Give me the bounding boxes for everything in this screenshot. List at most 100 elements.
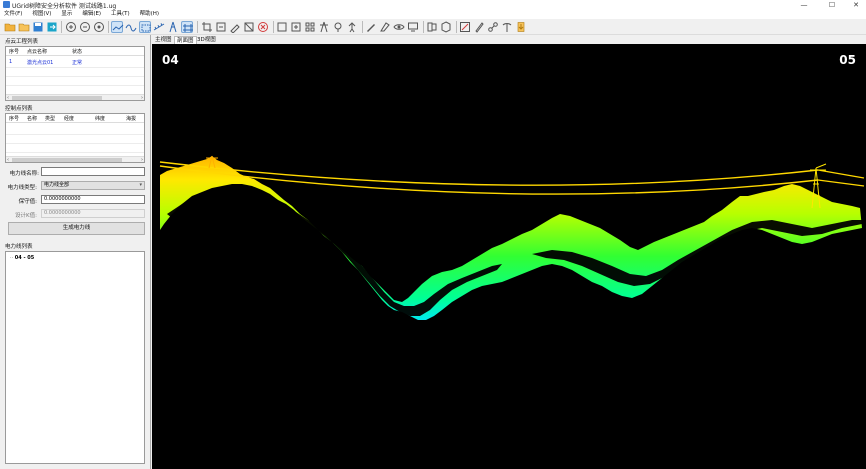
- pan-view-icon[interactable]: [125, 21, 137, 33]
- control-table-scrollbar[interactable]: ‹ ›: [6, 156, 144, 162]
- scroll-right-icon[interactable]: ›: [141, 157, 143, 162]
- minimize-button[interactable]: —: [794, 0, 814, 10]
- window-title: UGrid树障安全分析软件 测试线路1.ug: [12, 3, 117, 10]
- safe-value-label: 保守值:: [18, 199, 37, 205]
- transform-2-icon[interactable]: [243, 21, 255, 33]
- control-panel-title: 控制点列表: [5, 106, 33, 112]
- pole-icon[interactable]: [501, 21, 513, 33]
- project-table-scrollbar[interactable]: ‹ ›: [6, 94, 144, 100]
- toolbar: [0, 19, 866, 35]
- menu-help[interactable]: 帮助(H): [136, 10, 163, 19]
- terrain-point-cloud: [160, 156, 862, 320]
- power-line-upper: [159, 161, 819, 186]
- powerline-tree[interactable]: ·· 04 - 05: [5, 251, 145, 464]
- scroll-left-icon[interactable]: ‹: [7, 157, 9, 162]
- tab-3d-view[interactable]: 3D视图: [195, 36, 218, 44]
- project-row-index[interactable]: 1: [9, 59, 12, 65]
- left-tower-label: 04: [162, 53, 179, 67]
- zoom-out-icon[interactable]: [79, 21, 91, 33]
- report-icon[interactable]: [515, 21, 527, 33]
- maximize-button[interactable]: ☐: [822, 0, 842, 10]
- view-tabs: 主视图 剖面图 3D视图: [152, 35, 866, 44]
- brush-icon[interactable]: [365, 21, 377, 33]
- left-panel: 点云工程列表 序号 点云名称 状态 1 激光点云01 正常 ‹ › 控制点列表 …: [0, 35, 151, 469]
- col-status[interactable]: 状态: [72, 48, 82, 55]
- zoom-in-icon[interactable]: [65, 21, 77, 33]
- cube-icon[interactable]: [440, 21, 452, 33]
- classify-icon[interactable]: [304, 21, 316, 33]
- project-panel-title: 点云工程列表: [5, 39, 39, 45]
- project-table[interactable]: 序号 点云名称 状态 1 激光点云01 正常 ‹ ›: [5, 46, 145, 101]
- col-index[interactable]: 序号: [9, 115, 19, 122]
- erase-icon[interactable]: [229, 21, 241, 33]
- add-box-icon[interactable]: [276, 21, 288, 33]
- edit-icon[interactable]: [459, 21, 471, 33]
- export-icon[interactable]: [46, 21, 58, 33]
- select-box-icon[interactable]: [139, 21, 151, 33]
- scroll-thumb[interactable]: [12, 158, 122, 162]
- powerline-type-select[interactable]: 电力线全部 ▾: [41, 181, 145, 190]
- generate-powerline-button[interactable]: 生成电力线: [8, 222, 145, 235]
- profile-view-icon[interactable]: [111, 21, 124, 33]
- control-table-header: 序号 名称 类型 经度 纬度 海拔: [6, 114, 144, 123]
- tower-mode-icon[interactable]: [167, 21, 179, 33]
- powerline-type-value: 电力线全部: [44, 182, 70, 188]
- tab-main-view[interactable]: 主视图: [153, 36, 174, 44]
- col-altitude[interactable]: 海拔: [126, 115, 136, 122]
- power-line-right-tail-2: [817, 179, 865, 187]
- menu-file[interactable]: 文件(F): [0, 10, 26, 19]
- folder-open-icon[interactable]: [4, 21, 16, 33]
- design-k-input: 0.0000000000: [41, 209, 145, 218]
- tree-node-04-05[interactable]: ·· 04 - 05: [10, 255, 34, 261]
- col-cloud-name[interactable]: 点云名称: [27, 48, 47, 55]
- title-bar: UGrid树障安全分析软件 测试线路1.ug — ☐ ✕: [0, 0, 866, 10]
- menu-view[interactable]: 视图(V): [28, 10, 55, 19]
- right-tower-label: 05: [839, 53, 856, 67]
- col-index[interactable]: 序号: [9, 48, 19, 55]
- project-row-name[interactable]: 激光点云01: [27, 59, 53, 66]
- person-icon[interactable]: [346, 21, 358, 33]
- menu-edit[interactable]: 编辑(E): [78, 10, 105, 19]
- powerline-name-label: 电力线名称:: [9, 171, 39, 177]
- scroll-left-icon[interactable]: ‹: [7, 95, 9, 100]
- tab-profile-view[interactable]: 剖面图: [174, 36, 197, 44]
- wrench-icon[interactable]: [215, 21, 227, 33]
- close-circle-icon[interactable]: [257, 21, 269, 33]
- point-cloud-profile: [159, 155, 865, 320]
- col-longitude[interactable]: 经度: [64, 115, 74, 122]
- project-row-status[interactable]: 正常: [72, 59, 82, 66]
- col-latitude[interactable]: 纬度: [95, 115, 105, 122]
- measure-icon[interactable]: [153, 21, 165, 33]
- power-line-right-tail: [817, 169, 865, 179]
- powerline-name-input[interactable]: [41, 167, 145, 176]
- tower-icon[interactable]: [318, 21, 330, 33]
- power-line-lower: [159, 165, 819, 195]
- safe-value-input[interactable]: 0.0000000000: [41, 195, 145, 204]
- eye-icon[interactable]: [393, 21, 405, 33]
- crop-icon[interactable]: [201, 21, 213, 33]
- add-square-icon[interactable]: [290, 21, 302, 33]
- col-type[interactable]: 类型: [45, 115, 55, 122]
- folder-icon[interactable]: [18, 21, 30, 33]
- link-icon[interactable]: [487, 21, 499, 33]
- paint-icon[interactable]: [379, 21, 391, 33]
- menu-bar: 文件(F) 视图(V) 显示 编辑(E) 工具(T) 帮助(H): [0, 10, 866, 19]
- scroll-right-icon[interactable]: ›: [141, 95, 143, 100]
- close-button[interactable]: ✕: [846, 0, 866, 10]
- scroll-thumb[interactable]: [12, 96, 102, 100]
- menu-display[interactable]: 显示: [57, 10, 76, 19]
- layer-icon[interactable]: [426, 21, 438, 33]
- save-icon[interactable]: [32, 21, 44, 33]
- menu-tools[interactable]: 工具(T): [107, 10, 134, 19]
- zoom-fit-icon[interactable]: [93, 21, 105, 33]
- tree-icon[interactable]: [332, 21, 344, 33]
- screen-icon[interactable]: [407, 21, 419, 33]
- pen-icon[interactable]: [473, 21, 485, 33]
- col-name[interactable]: 名称: [27, 115, 37, 122]
- design-k-label: 设计K值:: [15, 213, 37, 219]
- transform-icon[interactable]: [181, 21, 193, 33]
- project-table-header: 序号 点云名称 状态: [6, 47, 144, 56]
- powerline-list-title: 电力线列表: [5, 244, 33, 250]
- profile-viewport[interactable]: 04 05: [152, 44, 866, 469]
- control-table[interactable]: 序号 名称 类型 经度 纬度 海拔 ‹ ›: [5, 113, 145, 163]
